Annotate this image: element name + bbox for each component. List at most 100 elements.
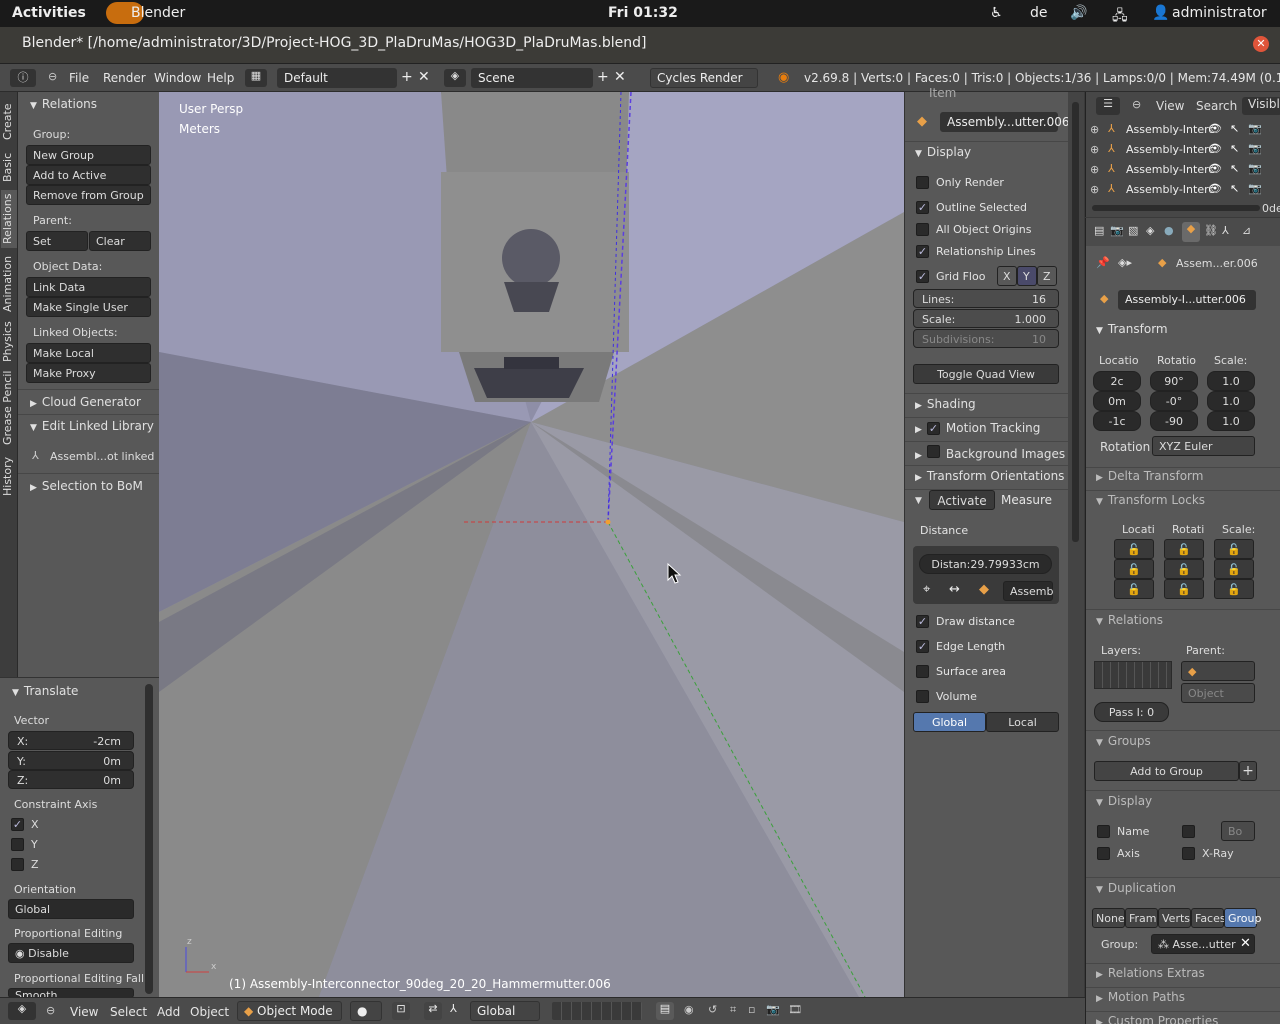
outliner-editor-icon[interactable]: ☰ xyxy=(1096,97,1120,115)
lock-scale-y-icon[interactable]: 🔓 xyxy=(1214,559,1254,579)
clear-group-icon[interactable]: ✕ xyxy=(1240,936,1251,951)
parent-clear-button[interactable]: Clear xyxy=(89,231,151,251)
edge-length-checkbox[interactable]: ✓ xyxy=(916,640,929,653)
render-camera-icon[interactable]: 📷 xyxy=(1248,142,1262,155)
expand-icon[interactable]: ⊕ xyxy=(1090,123,1099,136)
volume-checkbox[interactable] xyxy=(916,690,929,703)
select-arrow-icon[interactable]: ↖ xyxy=(1230,142,1239,155)
add-layout-icon[interactable]: + xyxy=(401,69,413,85)
surface-area-checkbox[interactable] xyxy=(916,665,929,678)
measure-global-toggle[interactable]: Global xyxy=(913,712,986,732)
modifiers-tab-icon[interactable]: ⅄ xyxy=(1222,224,1229,237)
tab-relations[interactable]: Relations xyxy=(1,190,17,248)
parent-set-button[interactable]: Set xyxy=(26,231,88,251)
activate-measure-button[interactable]: Activate xyxy=(929,490,995,510)
relations-props-panel-header[interactable]: ▼ Relations xyxy=(1096,613,1163,627)
vector-x-field[interactable]: X: -2cm xyxy=(8,731,134,750)
outliner-row[interactable]: ⊕ ⅄ Assembly-Interc 👁 ↖ 📷 xyxy=(1086,160,1280,180)
visibility-eye-icon[interactable]: 👁 xyxy=(1208,122,1222,135)
dup-faces-toggle[interactable]: Faces xyxy=(1191,908,1226,928)
lock-scale-z-icon[interactable]: 🔓 xyxy=(1214,579,1254,599)
volume-icon[interactable]: 🔊 xyxy=(1070,5,1087,21)
measure-object-icon[interactable]: ◆ xyxy=(979,582,989,597)
add-to-active-button[interactable]: Add to Active xyxy=(26,165,151,185)
select-arrow-icon[interactable]: ↖ xyxy=(1230,162,1239,175)
render-still-icon[interactable]: 📷 xyxy=(766,1003,780,1016)
collapse-menus-icon[interactable]: ⊖ xyxy=(46,1004,55,1017)
snap-element-icon[interactable]: ▫ xyxy=(748,1003,755,1016)
expand-icon[interactable]: ⊕ xyxy=(1090,183,1099,196)
properties-region-scrollbar[interactable] xyxy=(1068,92,1084,997)
constraint-x-checkbox[interactable]: ✓ xyxy=(11,818,24,831)
item-name-field[interactable]: Assembly...utter.006 xyxy=(940,112,1070,132)
item-panel-header[interactable]: Item xyxy=(929,86,956,100)
app-menu-button[interactable]: Blender xyxy=(131,5,185,21)
constraint-y-checkbox[interactable] xyxy=(11,838,24,851)
display-props-panel-header[interactable]: ▼ Display xyxy=(1096,794,1152,808)
orientation-dropdown[interactable]: Global xyxy=(8,899,134,919)
outliner-item-label[interactable]: Assembly-Interc xyxy=(1126,163,1214,176)
relations-extras-panel-header[interactable]: ▶ Relations Extras xyxy=(1096,966,1205,980)
render-layers-tab-icon[interactable]: ▧ xyxy=(1128,224,1138,237)
custom-properties-panel-header[interactable]: ▶ Custom Properties xyxy=(1096,1014,1218,1024)
interaction-mode-dropdown[interactable]: ◆ Object Mode xyxy=(237,1001,342,1021)
outliner-item-label[interactable]: Assembly-Interc xyxy=(1126,123,1214,136)
user-menu[interactable]: administrator xyxy=(1172,5,1267,21)
expand-icon[interactable]: ⊕ xyxy=(1090,143,1099,156)
vector-z-field[interactable]: Z: 0m xyxy=(8,770,134,789)
outliner-item-label[interactable]: Assembly-Interc xyxy=(1126,143,1214,156)
window-close-button[interactable]: ✕ xyxy=(1253,36,1269,52)
viewport-scene-canvas[interactable] xyxy=(159,92,904,997)
keyboard-layout[interactable]: de xyxy=(1030,5,1048,21)
outliner-hscrollbar[interactable] xyxy=(1092,205,1260,211)
pass-index-field[interactable]: Pass I: 0 xyxy=(1094,702,1169,722)
menu-render[interactable]: Render xyxy=(103,71,146,85)
collapse-menus-icon[interactable]: ⊖ xyxy=(48,70,57,83)
rotation-x-field[interactable]: 90° xyxy=(1150,371,1198,391)
transform-orientations-panel-header[interactable]: ▶ Transform Orientations xyxy=(915,469,1064,483)
outliner-row[interactable]: ⊕ ⅄ Assembly-Interc 👁 ↖ 📷 xyxy=(1086,140,1280,160)
motion-tracking-checkbox[interactable]: ✓ xyxy=(926,422,940,435)
parent-object-field[interactable]: ◆ xyxy=(1181,661,1255,681)
grid-lines-field[interactable]: Lines: 16 xyxy=(913,289,1059,308)
properties-editor-icon[interactable]: ▤ xyxy=(1094,224,1104,237)
transform-locks-panel-header[interactable]: ▼ Transform Locks xyxy=(1096,493,1205,507)
draw-distance-checkbox[interactable]: ✓ xyxy=(916,615,929,628)
add-to-group-button[interactable]: Add to Group xyxy=(1094,761,1239,781)
measure-arrows-icon[interactable]: ↔ xyxy=(949,582,960,597)
lock-location-x-icon[interactable]: 🔓 xyxy=(1114,539,1154,559)
grid-floor-checkbox[interactable]: ✓ xyxy=(916,270,929,283)
menu-select[interactable]: Select xyxy=(110,1005,147,1019)
scale-x-field[interactable]: 1.0 xyxy=(1207,371,1255,391)
all-object-origins-checkbox[interactable] xyxy=(916,223,929,236)
falloff-icon[interactable]: ↺ xyxy=(708,1003,717,1016)
outliner-collapse-icon[interactable]: ⊖ xyxy=(1132,98,1141,111)
outliner-row[interactable]: ⊕ ⅄ Assembly-Interc 👁 ↖ 📷 xyxy=(1086,180,1280,200)
object-name-field[interactable]: Assembly-I...utter.006 xyxy=(1118,290,1256,310)
relations-panel-header[interactable]: ▼ Relations xyxy=(30,97,97,111)
rotation-y-field[interactable]: -0° xyxy=(1150,391,1198,411)
accessibility-icon[interactable]: ♿ xyxy=(990,5,1003,21)
display-bounds-checkbox[interactable] xyxy=(1182,825,1195,838)
menu-file[interactable]: File xyxy=(69,71,89,85)
proportional-editing-dropdown[interactable]: ◉ Disable xyxy=(8,943,134,963)
snap-cursor-icon[interactable]: ⌖ xyxy=(923,582,930,597)
tab-basic[interactable]: Basic xyxy=(1,150,17,184)
scene-icon[interactable]: ◈ xyxy=(444,69,466,87)
groups-panel-header[interactable]: ▼ Groups xyxy=(1096,734,1151,748)
scrollbar-thumb[interactable] xyxy=(1072,102,1079,542)
info-editor-type-icon[interactable]: ⓘ xyxy=(10,69,36,87)
menu-add[interactable]: Add xyxy=(157,1005,180,1019)
make-local-button[interactable]: Make Local xyxy=(26,343,151,363)
constraint-z-checkbox[interactable] xyxy=(11,858,24,871)
tab-animation[interactable]: Animation xyxy=(1,254,17,314)
selection-to-bom-panel-header[interactable]: ▶ Selection to BoM xyxy=(30,479,143,493)
outliner-item-label[interactable]: Assembly-Interc xyxy=(1126,183,1214,196)
grid-axis-z-toggle[interactable]: Z xyxy=(1037,266,1057,286)
only-render-checkbox[interactable] xyxy=(916,176,929,189)
make-proxy-button[interactable]: Make Proxy xyxy=(26,363,151,383)
layers-grid[interactable] xyxy=(1094,661,1172,689)
scene-tab-icon[interactable]: ◈ xyxy=(1146,224,1154,237)
lock-location-y-icon[interactable]: 🔓 xyxy=(1114,559,1154,579)
lock-rotation-x-icon[interactable]: 🔓 xyxy=(1164,539,1204,559)
